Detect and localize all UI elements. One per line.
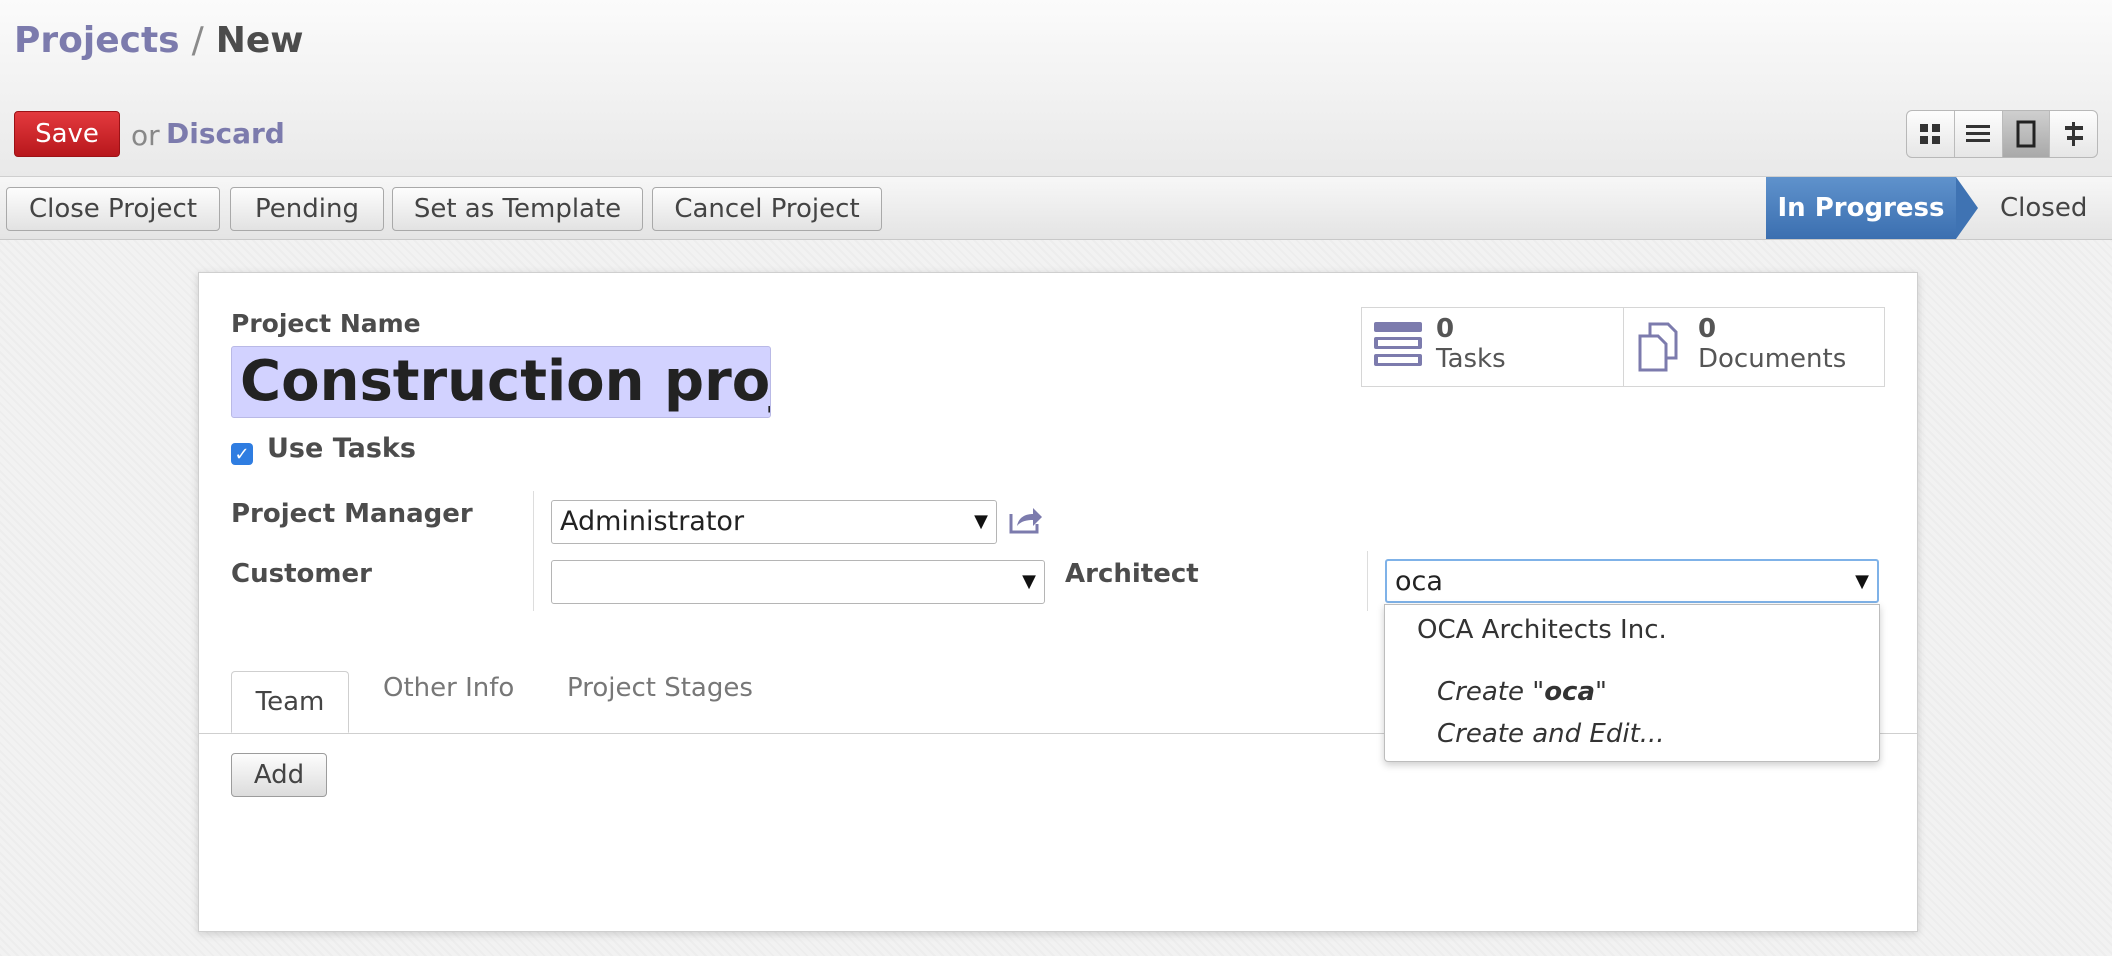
gantt-view-icon	[2064, 122, 2083, 146]
breadcrumb: Projects / New	[14, 20, 304, 61]
breadcrumb-projects-link[interactable]: Projects	[14, 20, 180, 61]
create-term: oca	[1544, 677, 1596, 707]
tab-other-info[interactable]: Other Info	[383, 673, 514, 703]
tasks-count: 0	[1436, 314, 1455, 344]
caret-down-icon: ▼	[974, 511, 988, 532]
customer-label: Customer	[231, 559, 372, 589]
documents-stat-button[interactable]: 0 Documents	[1623, 307, 1885, 387]
breadcrumb-separator: /	[191, 20, 204, 61]
documents-count: 0	[1698, 314, 1717, 344]
or-text: or	[131, 119, 160, 152]
architect-input[interactable]: oca ▼	[1385, 559, 1879, 603]
view-switcher	[1906, 110, 2098, 158]
project-manager-select[interactable]: Administrator ▼	[551, 500, 997, 544]
architect-autocomplete-dropdown: OCA Architects Inc. Create "oca" Create …	[1384, 604, 1880, 762]
list-view-button[interactable]	[1955, 111, 2003, 157]
stage-closed[interactable]: Closed	[2000, 193, 2087, 223]
project-manager-value: Administrator	[560, 506, 745, 537]
field-divider	[533, 491, 534, 611]
list-view-icon	[1966, 125, 1991, 142]
stage-in-progress[interactable]: In Progress	[1766, 177, 1956, 239]
gantt-view-button[interactable]	[2050, 111, 2097, 157]
discard-link[interactable]: Discard	[166, 117, 285, 150]
external-link-icon[interactable]	[1009, 506, 1043, 534]
pending-button[interactable]: Pending	[230, 187, 384, 231]
tab-project-stages[interactable]: Project Stages	[567, 673, 753, 703]
save-button[interactable]: Save	[14, 111, 120, 157]
create-prefix: Create "	[1437, 677, 1545, 707]
add-team-member-button[interactable]: Add	[231, 753, 327, 797]
kanban-view-button[interactable]	[1907, 111, 1955, 157]
autocomplete-result[interactable]: OCA Architects Inc.	[1417, 615, 1667, 645]
tasks-label: Tasks	[1436, 344, 1506, 374]
checkmark-icon: ✓	[234, 443, 250, 465]
cancel-project-button[interactable]: Cancel Project	[652, 187, 882, 231]
status-bar: Close Project Pending Set as Template Ca…	[0, 176, 2112, 240]
use-tasks-checkbox[interactable]: ✓	[231, 443, 253, 465]
project-name-input[interactable]: Construction proje	[231, 346, 771, 418]
form-sheet: Project Name Construction proje ✓ Use Ta…	[198, 272, 1918, 932]
close-project-button[interactable]: Close Project	[6, 187, 220, 231]
form-view-icon	[2016, 120, 2036, 148]
caret-down-icon: ▼	[1855, 571, 1869, 592]
set-as-template-button[interactable]: Set as Template	[392, 187, 643, 231]
tab-team[interactable]: Team	[231, 671, 349, 733]
project-manager-label: Project Manager	[231, 499, 473, 529]
control-panel: Projects / New Save or Discard	[0, 0, 2112, 176]
autocomplete-create[interactable]: Create "oca"	[1437, 677, 1607, 707]
stage-arrow	[1956, 177, 1978, 239]
form-view-button[interactable]	[2002, 111, 2051, 157]
autocomplete-create-edit[interactable]: Create and Edit...	[1437, 719, 1665, 749]
architect-label: Architect	[1065, 559, 1199, 589]
kanban-view-icon	[1920, 124, 1941, 144]
architect-value: oca	[1395, 566, 1443, 597]
use-tasks-label: Use Tasks	[267, 433, 416, 464]
documents-label: Documents	[1698, 344, 1847, 374]
caret-down-icon: ▼	[1022, 571, 1036, 592]
field-divider	[1367, 551, 1368, 611]
customer-select[interactable]: ▼	[551, 560, 1045, 604]
project-name-label: Project Name	[231, 309, 421, 338]
create-suffix: "	[1595, 677, 1607, 707]
breadcrumb-current: New	[215, 20, 304, 61]
documents-icon	[1638, 322, 1678, 372]
tasks-icon	[1374, 322, 1422, 366]
tasks-stat-button[interactable]: 0 Tasks	[1361, 307, 1625, 387]
